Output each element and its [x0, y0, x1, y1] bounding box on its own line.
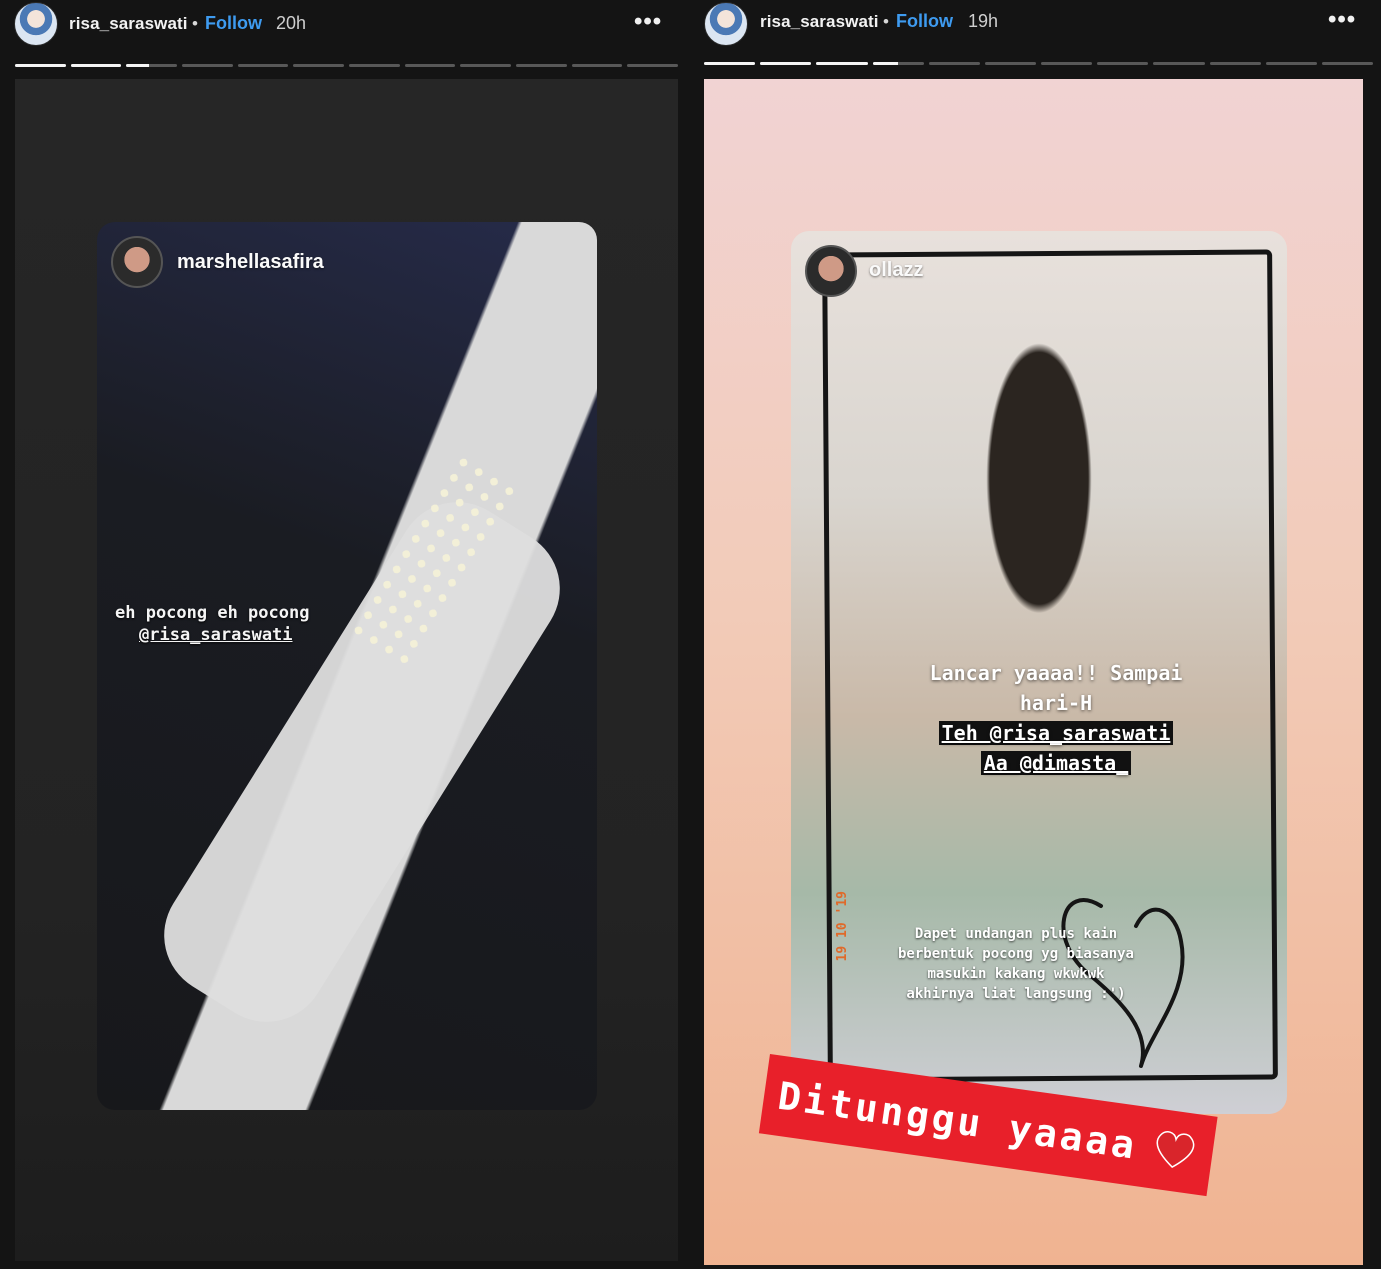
username[interactable]: risa_saraswati	[760, 12, 879, 32]
shared-post-card[interactable]: ollazz Lancar yaaaa!! Sampai hari-H Teh …	[791, 231, 1287, 1114]
progress-segment	[928, 62, 980, 65]
progress-fill	[816, 62, 868, 65]
progress-fill	[704, 62, 756, 65]
note-line: akhirnya liat langsung :')	[906, 986, 1126, 1002]
progress-fill	[70, 64, 122, 67]
progress-segment	[872, 62, 924, 65]
story-header: risa_saraswati • Follow 20h •••	[0, 0, 690, 46]
follow-button[interactable]: Follow	[896, 11, 953, 32]
note-line: berbentuk pocong yg biasanya	[897, 946, 1134, 962]
caption-mention[interactable]: Teh @risa_saraswati	[938, 721, 1174, 745]
caption-mention[interactable]: Aa @dimasta_	[980, 751, 1132, 775]
shroud-image	[141, 479, 583, 1045]
post-time: 19h	[968, 11, 999, 31]
note-line: Dapet undangan plus kain	[914, 926, 1118, 942]
story-canvas[interactable]: ollazz Lancar yaaaa!! Sampai hari-H Teh …	[704, 79, 1363, 1265]
progress-segment	[571, 64, 623, 67]
progress-segment	[460, 64, 512, 67]
more-options-icon[interactable]: •••	[634, 8, 662, 36]
progress-fill	[760, 62, 812, 65]
post-caption: eh pocong eh pocong @risa_saraswati	[115, 602, 395, 646]
post-caption: Lancar yaaaa!! Sampai hari-H Teh @risa_s…	[861, 658, 1251, 778]
progress-fill	[872, 62, 899, 65]
progress-segment	[70, 64, 122, 67]
progress-segment	[816, 62, 868, 65]
progress-segment	[704, 62, 756, 65]
shared-user-avatar[interactable]	[111, 236, 163, 288]
date-stamp: 19 10 '19	[835, 891, 850, 962]
progress-segment	[1153, 62, 1205, 65]
progress-segment	[627, 64, 679, 67]
separator-dot: •	[883, 12, 889, 31]
user-avatar[interactable]	[14, 2, 58, 46]
progress-segment	[404, 64, 456, 67]
story-right: risa_saraswati • Follow 19h ••• ollazz L…	[690, 0, 1381, 1269]
more-options-icon[interactable]: •••	[1328, 6, 1356, 34]
username[interactable]: risa_saraswati	[69, 14, 188, 34]
story-canvas[interactable]: marshellasafira eh pocong eh pocong @ris…	[15, 79, 678, 1261]
progress-segment	[1209, 62, 1261, 65]
progress-segment	[182, 64, 233, 67]
story-progress-bar	[704, 62, 1374, 66]
shared-username[interactable]: ollazz	[869, 259, 923, 282]
heart-icon	[1156, 1131, 1195, 1169]
follow-button[interactable]: Follow	[205, 13, 262, 34]
progress-fill	[126, 64, 150, 67]
shared-username[interactable]: marshellasafira	[177, 251, 324, 274]
post-note: Dapet undangan plus kain berbentuk pocon…	[856, 924, 1176, 1004]
progress-segment	[15, 64, 66, 67]
progress-segment	[516, 64, 567, 67]
separator-dot: •	[192, 14, 198, 33]
post-time: 20h	[276, 13, 307, 33]
progress-segment	[1265, 62, 1317, 65]
progress-fill	[15, 64, 66, 67]
caption-line: eh pocong eh pocong	[115, 603, 310, 623]
progress-segment	[349, 64, 400, 67]
progress-segment	[293, 64, 345, 67]
progress-segment	[126, 64, 178, 67]
progress-segment	[1321, 62, 1374, 65]
progress-segment	[237, 64, 289, 67]
caption-line: Lancar yaaaa!! Sampai	[929, 661, 1183, 685]
shared-post-card[interactable]: marshellasafira eh pocong eh pocong @ris…	[97, 222, 597, 1110]
caption-line: hari-H	[1019, 691, 1093, 715]
progress-segment	[760, 62, 812, 65]
caption-mention[interactable]: @risa_saraswati	[139, 624, 395, 646]
story-progress-bar	[15, 64, 679, 68]
user-avatar[interactable]	[704, 2, 748, 46]
shared-user-avatar[interactable]	[805, 245, 857, 297]
story-header: risa_saraswati • Follow 19h •••	[690, 0, 1381, 46]
story-left: risa_saraswati • Follow 20h ••• marshell…	[0, 0, 690, 1269]
progress-segment	[1041, 62, 1093, 65]
progress-segment	[1097, 62, 1149, 65]
note-line: masukin kakang wkwkwk	[927, 966, 1105, 982]
progress-segment	[984, 62, 1037, 65]
